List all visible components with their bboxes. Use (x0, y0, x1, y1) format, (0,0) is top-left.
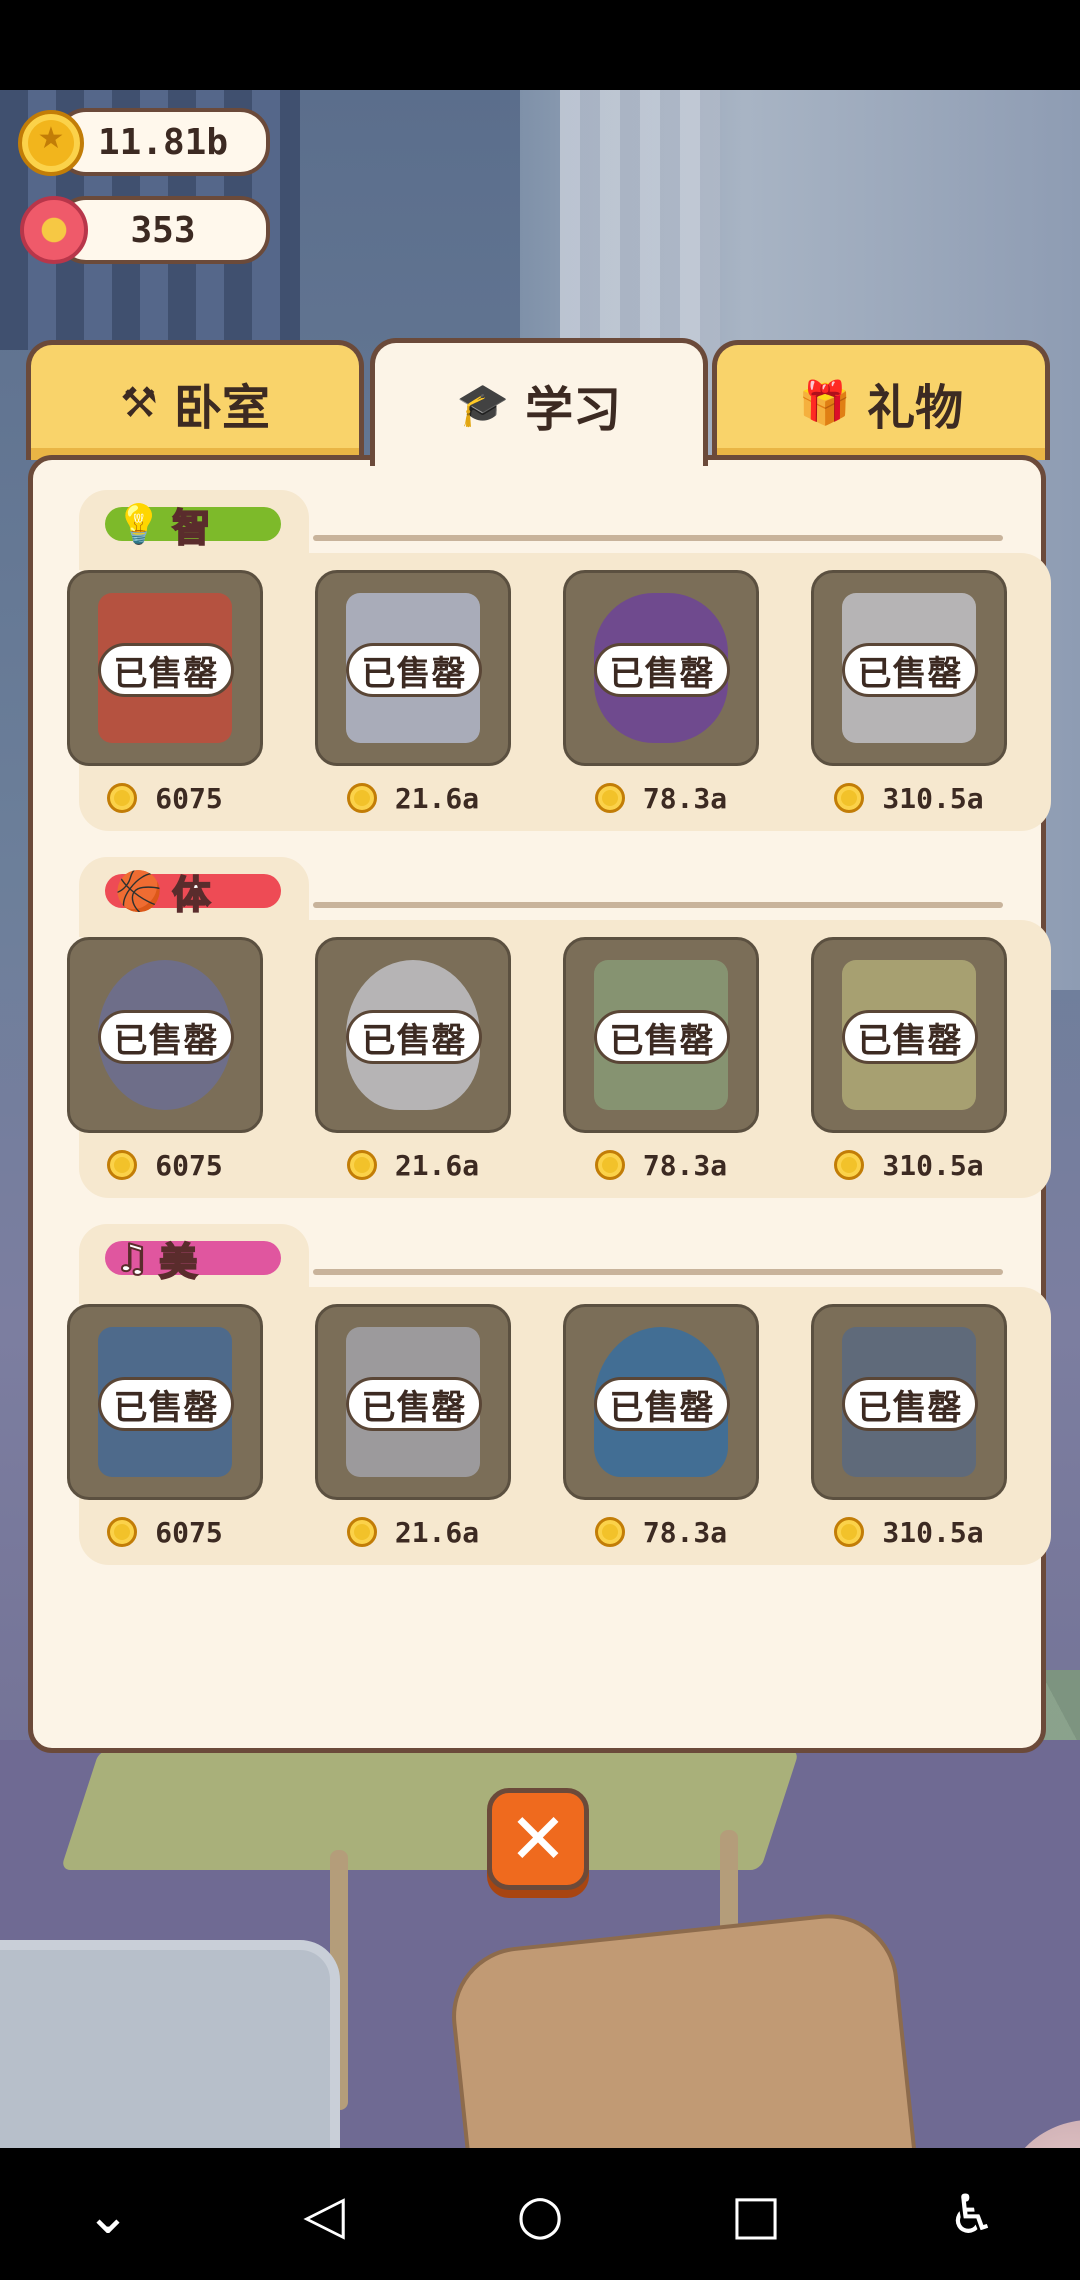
coin-icon (346, 1150, 377, 1180)
gift-icon: 🎁 (798, 377, 852, 427)
sold-out-badge: 已售罄 (346, 1377, 482, 1431)
sold-out-badge: 已售罄 (594, 1377, 730, 1431)
accessibility-icon[interactable]: ♿ (912, 2164, 1032, 2264)
shop-item-ball[interactable]: 已售罄 (67, 937, 263, 1133)
section-label-aesthetic: ♫ 美 (105, 1235, 281, 1285)
basketball-icon: 🏀 (114, 868, 163, 914)
tab-study[interactable]: 🎓 学习 (370, 338, 708, 466)
shop-item-purple-doll[interactable]: 已售罄 (563, 570, 759, 766)
item-price: 6075 (67, 1145, 263, 1185)
section-label-physical: 🏀 体 (105, 868, 281, 918)
sold-out-badge: 已售罄 (98, 1010, 234, 1064)
item-price: 310.5a (811, 1512, 1007, 1552)
system-nav-bar: ⌄ ◁ ○ □ ♿ (0, 2148, 1080, 2280)
item-price: 21.6a (315, 778, 511, 818)
sold-out-badge: 已售罄 (594, 643, 730, 697)
item-price: 6075 (67, 1512, 263, 1552)
shop-item-blue-book[interactable]: 已售罄 (67, 1304, 263, 1500)
sold-out-badge: 已售罄 (346, 643, 482, 697)
flower-icon (20, 196, 88, 264)
shop-item-poster[interactable]: 已售罄 (315, 570, 511, 766)
hammer-icon: ⚒ (120, 378, 158, 427)
graduation-cap-icon: 🎓 (456, 379, 510, 429)
coin-icon (594, 1150, 625, 1180)
coin-icon (594, 1517, 625, 1547)
item-price: 78.3a (563, 1512, 759, 1552)
shop-panel: 💡 智 已售罄 6075 已售罄 21.6a 已售罄 78.3a 已售罄 310… (28, 455, 1051, 1753)
item-price: 78.3a (563, 1145, 759, 1185)
music-note-icon: ♫ (114, 1235, 150, 1281)
item-price: 310.5a (811, 778, 1007, 818)
item-price: 21.6a (315, 1145, 511, 1185)
sold-out-badge: 已售罄 (98, 1377, 234, 1431)
tab-bedroom[interactable]: ⚒ 卧室 (26, 340, 364, 460)
shop-item-vase[interactable]: 已售罄 (563, 1304, 759, 1500)
item-price: 78.3a (563, 778, 759, 818)
flower-amount: 353 (130, 209, 196, 251)
coin-icon (346, 1517, 377, 1547)
home-icon[interactable]: ○ (480, 2164, 600, 2264)
close-button[interactable]: ✕ (487, 1788, 589, 1890)
tab-gift[interactable]: 🎁 礼物 (712, 340, 1050, 460)
coin-counter: 11.81b (56, 108, 270, 176)
sold-out-badge: 已售罄 (842, 1377, 978, 1431)
item-price: 21.6a (315, 1512, 511, 1552)
sold-out-badge: 已售罄 (842, 643, 978, 697)
section-divider (313, 902, 1003, 908)
status-bar (0, 0, 1080, 90)
shop-item-paint-can[interactable]: 已售罄 (811, 570, 1007, 766)
shop-item-stroller[interactable]: 已售罄 (811, 1304, 1007, 1500)
coin-icon (834, 1517, 865, 1547)
collapse-icon[interactable]: ⌄ (48, 2164, 168, 2264)
shop-item-mat[interactable]: 已售罄 (563, 937, 759, 1133)
shop-item-cat-bowl[interactable]: 已售罄 (315, 937, 511, 1133)
sold-out-badge: 已售罄 (842, 1010, 978, 1064)
sold-out-badge: 已售罄 (98, 643, 234, 697)
close-icon: ✕ (508, 1798, 568, 1880)
coin-icon (834, 783, 865, 813)
section-divider (313, 1269, 1003, 1275)
coin-icon (107, 783, 138, 813)
coin-amount: 11.81b (97, 121, 229, 163)
recents-icon[interactable]: □ (696, 2164, 816, 2264)
item-price: 6075 (67, 778, 263, 818)
shop-item-book[interactable]: 已售罄 (67, 570, 263, 766)
sold-out-badge: 已售罄 (346, 1010, 482, 1064)
lightbulb-icon: 💡 (114, 501, 163, 547)
shop-item-tray[interactable]: 已售罄 (315, 1304, 511, 1500)
shop-item-tent[interactable]: 已售罄 (811, 937, 1007, 1133)
coin-icon (107, 1150, 138, 1180)
item-price: 310.5a (811, 1145, 1007, 1185)
coin-icon (594, 783, 625, 813)
sold-out-badge: 已售罄 (594, 1010, 730, 1064)
section-label-intellect: 💡 智 (105, 501, 281, 551)
coin-icon (834, 1150, 865, 1180)
coin-icon (346, 783, 377, 813)
coin-icon (107, 1517, 138, 1547)
section-divider (313, 535, 1003, 541)
flower-counter: 353 (56, 196, 270, 264)
coin-icon (18, 110, 84, 176)
back-icon[interactable]: ◁ (264, 2164, 384, 2264)
